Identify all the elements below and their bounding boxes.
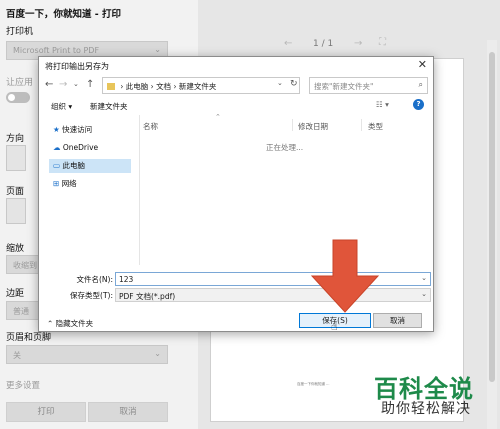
refresh-icon[interactable]: ↻ [290,79,298,89]
nav-item-label: 网络 [61,179,77,188]
address-dropdown-icon[interactable]: ⌄ [277,79,283,87]
margins-select[interactable]: 普通 [6,301,40,320]
mouse-cursor-icon: ☝ [331,320,338,333]
nav-item-label: 快速访问 [62,125,93,134]
print-cancel-button[interactable]: 取消 [88,402,168,422]
pages-label: 页面 [6,187,25,197]
recent-chevron-icon[interactable]: ⌄ [73,80,79,88]
view-options-icon[interactable]: ☷ ▾ [376,100,389,109]
forward-icon[interactable]: → [59,79,67,90]
nav-item-network[interactable]: ⊞ 网络 [49,177,131,191]
search-placeholder: 搜索"新建文件夹" [314,82,374,91]
sort-chevron-icon: ⌃ [215,113,221,121]
column-name[interactable]: 名称 [143,121,158,132]
print-button[interactable]: 打印 [6,402,86,422]
organize-menu[interactable]: 组织 ▾ [51,101,72,112]
nav-item-label: 此电脑 [62,161,85,170]
close-icon[interactable]: ✕ [418,58,427,71]
search-icon: ⌕ [418,80,423,89]
filetype-value: PDF 文档(*.pdf) [119,292,176,301]
more-settings-link[interactable]: 更多设置 [6,379,40,391]
prev-page-icon[interactable]: ← [284,38,292,49]
address-bar[interactable]: › 此电脑 › 文档 › 新建文件夹 [102,77,300,94]
allow-app-label: 让应用 [6,78,34,88]
up-icon[interactable]: ↑ [86,79,94,90]
red-arrow-annotation [310,239,380,313]
scale-label: 缩放 [6,244,25,254]
breadcrumb-documents[interactable]: 文档 [156,82,171,91]
nav-item-this-pc[interactable]: ▭ 此电脑 [49,159,131,173]
chevron-up-icon: ⌃ [47,319,56,328]
filename-label: 文件名(N): [76,275,114,284]
orientation-label: 方向 [6,134,25,144]
watermark-tagline: 助你轻松解决 [381,401,471,417]
hide-folders-toggle[interactable]: ⌃ 隐藏文件夹 [47,318,93,329]
arrow-down-icon [310,239,380,313]
scale-select-value: 收缩到 [13,261,37,270]
new-folder-button[interactable]: 新建文件夹 [90,101,128,112]
chevron-down-icon[interactable]: ⌄ [421,274,427,282]
processing-status: 正在处理... [266,143,304,152]
allow-app-toggle[interactable] [6,92,30,103]
orientation-portrait-option[interactable] [6,145,26,171]
margins-label: 边距 [6,289,25,299]
nav-item-quick-access[interactable]: ★ 快速访问 [49,123,131,137]
chevron-down-icon: ⌄ [154,45,161,54]
printer-select-value: Microsoft Print to PDF [13,46,100,55]
nav-item-onedrive[interactable]: ☁ OneDrive [49,141,131,155]
nav-item-label: OneDrive [62,143,99,152]
breadcrumb-new-folder[interactable]: 新建文件夹 [179,82,217,91]
column-divider [361,119,362,131]
preview-page-text: 百度一下你就知道 ... [297,382,330,386]
column-type[interactable]: 类型 [368,121,383,132]
printer-label: 打印机 [6,27,34,37]
header-footer-value: 关 [13,351,21,360]
preview-scroll-thumb[interactable] [489,52,495,382]
network-icon: ⊞ [53,179,60,188]
hide-folders-label: 隐藏文件夹 [55,319,94,328]
column-divider [292,119,293,131]
chevron-down-icon: ⌄ [421,290,427,298]
breadcrumb-this-pc[interactable]: 此电脑 [126,82,149,91]
cloud-icon: ☁ [53,143,61,152]
computer-icon: ▭ [53,161,61,170]
pane-divider [139,115,140,265]
next-page-icon[interactable]: → [354,38,362,49]
page-indicator: 1 / 1 [313,39,334,49]
folder-icon [107,83,115,90]
pages-all-option[interactable] [6,198,26,224]
fit-page-icon[interactable]: ⛶ [379,37,386,48]
help-icon[interactable]: ? [413,99,424,110]
column-modified[interactable]: 修改日期 [298,121,328,132]
header-footer-select[interactable]: 关 ⌄ [6,345,168,364]
back-icon[interactable]: ← [45,79,53,90]
scale-select[interactable]: 收缩到 [6,255,40,274]
dialog-title: 将打印输出另存为 [45,62,109,71]
chevron-down-icon: ⌄ [154,349,161,358]
print-window-title: 百度一下，你就知道 - 打印 [6,9,122,20]
search-input[interactable]: 搜索"新建文件夹" ⌕ [309,77,428,94]
filename-value: 123 [119,275,134,284]
pin-icon: ★ [53,125,60,134]
filetype-label: 保存类型(T): [70,291,113,300]
margins-select-value: 普通 [13,307,29,316]
